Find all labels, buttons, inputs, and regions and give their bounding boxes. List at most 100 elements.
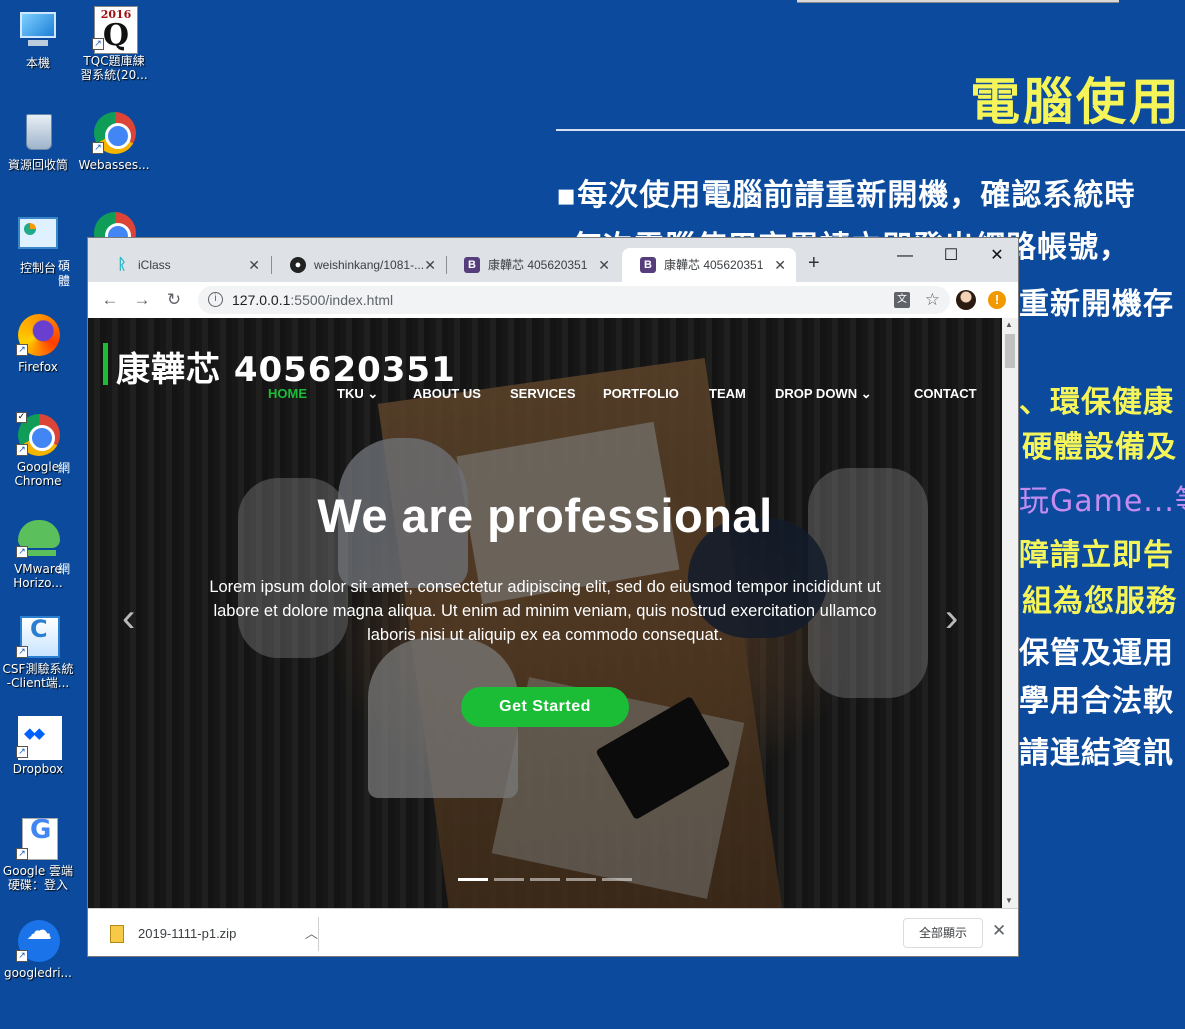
nav-tku[interactable]: TKU ⌄ xyxy=(337,386,378,402)
desktop-icon-label: Webasses... xyxy=(78,158,150,172)
vmware-horizon-icon: ↗ xyxy=(16,514,60,558)
shortcut-arrow-icon: ↗ xyxy=(16,950,28,962)
bookmark-star-icon[interactable]: ☆ xyxy=(925,286,940,314)
desktop-icon-this-pc[interactable]: 本機 xyxy=(0,8,76,70)
desktop-icon-googledrive[interactable]: ↗ googledri... xyxy=(0,918,76,980)
desktop-icon-google-chrome[interactable]: ✓ ↗ Google Chrome xyxy=(0,412,76,488)
slide-line-4: 、環保健康 xyxy=(1019,385,1174,420)
forward-arrow-icon[interactable]: → xyxy=(130,288,154,312)
close-icon[interactable]: ✕ xyxy=(992,921,1006,941)
download-shelf: 2019-1111-p1.zip ︿ 全部顯示 ✕ xyxy=(88,908,1018,956)
desktop-icon-vmware-horizon[interactable]: ↗ VMware Horizo... xyxy=(0,514,76,590)
chevron-up-icon[interactable]: ︿ xyxy=(305,919,318,949)
download-filename: 2019-1111-p1.zip xyxy=(138,926,237,941)
chrome-icon: ↗ xyxy=(92,110,136,154)
desktop-icon-dropbox[interactable]: ↗ Dropbox xyxy=(0,714,76,776)
close-icon[interactable]: ✕ xyxy=(774,248,786,282)
hero-title: We are professional xyxy=(317,489,773,542)
browser-window: ᚱ iClass ✕ ● weishinkang/1081-... ✕ B 康韡… xyxy=(87,237,1019,957)
chrome-icon: ✓ ↗ xyxy=(16,412,60,456)
partial-icon-label: 網 xyxy=(57,461,70,475)
page-scrollbar[interactable]: ▲ ▼ xyxy=(1002,318,1018,908)
scroll-up-arrow-icon[interactable]: ▲ xyxy=(1005,320,1013,329)
reload-icon[interactable]: ↻ xyxy=(162,288,186,312)
tab-bootstrap-1[interactable]: B 康韡芯 405620351 ✕ xyxy=(446,248,620,282)
carousel-next-icon[interactable]: › xyxy=(945,598,958,638)
slide-line-7: 障請立即告 xyxy=(1019,538,1174,573)
carousel-prev-icon[interactable]: ‹ xyxy=(122,598,135,638)
maximize-button[interactable]: ☐ xyxy=(928,242,974,270)
desktop-icon-label: TQC題庫練 習系統(20... xyxy=(80,54,148,82)
nav-contact[interactable]: CONTACT xyxy=(914,386,977,401)
slide-line-6: 玩Game...等 xyxy=(1019,484,1185,519)
slide-line-8: 組為您服務 xyxy=(1022,584,1177,619)
github-icon: ● xyxy=(290,257,306,273)
back-arrow-icon[interactable]: ← xyxy=(98,288,122,312)
desktop-icon-recycle-bin[interactable]: 資源回收筒 xyxy=(0,110,76,172)
firefox-icon: ↗ xyxy=(16,312,60,356)
tqc-app-icon: 2016 Q ↗ xyxy=(92,6,138,54)
scroll-down-arrow-icon[interactable]: ▼ xyxy=(1005,896,1013,905)
translate-icon[interactable]: 文 xyxy=(894,292,910,308)
minimize-button[interactable]: — xyxy=(882,242,928,270)
info-icon[interactable]: i xyxy=(208,292,223,307)
bootstrap-icon: B xyxy=(640,257,656,273)
partial-icon-label: 網 xyxy=(57,562,70,576)
nav-services[interactable]: SERVICES xyxy=(510,386,576,401)
url-path: :5500/index.html xyxy=(290,292,394,308)
computer-icon xyxy=(16,8,60,52)
address-bar[interactable]: i 127.0.0.1:5500/index.html 文 ☆ xyxy=(198,286,950,314)
tab-title: weishinkang/1081-... xyxy=(314,258,425,272)
close-icon[interactable]: ✕ xyxy=(248,248,260,282)
site-brand[interactable]: 康韡芯 405620351 xyxy=(116,342,456,391)
background-window-edge xyxy=(797,0,1119,3)
carousel-indicator[interactable] xyxy=(494,878,524,881)
scrollbar-thumb[interactable] xyxy=(1005,334,1015,368)
close-icon[interactable]: ✕ xyxy=(598,248,610,282)
iclass-icon: ᚱ xyxy=(117,256,127,273)
get-started-button[interactable]: Get Started xyxy=(461,687,629,727)
shortcut-arrow-icon: ↗ xyxy=(16,344,28,356)
nav-team[interactable]: TEAM xyxy=(709,386,746,401)
desktop-icon-firefox[interactable]: ↗ Firefox xyxy=(0,312,76,374)
new-tab-button[interactable]: + xyxy=(808,252,820,275)
url-host: 127.0.0.1 xyxy=(232,292,291,308)
window-close-button[interactable]: ✕ xyxy=(974,242,1018,270)
slide-line-10: 學用合法軟 xyxy=(1019,684,1174,719)
nav-about-us[interactable]: ABOUT US xyxy=(413,386,481,401)
tab-strip: ᚱ iClass ✕ ● weishinkang/1081-... ✕ B 康韡… xyxy=(88,238,1018,282)
bootstrap-icon: B xyxy=(464,257,480,273)
carousel-indicator[interactable] xyxy=(566,878,596,881)
desktop-icon-csf[interactable]: ↗ CSF測驗系統 -Client端... xyxy=(0,614,76,690)
tab-iclass[interactable]: ᚱ iClass ✕ xyxy=(96,248,270,282)
desktop-icon-label: googledri... xyxy=(4,966,72,980)
update-alert-icon[interactable]: ! xyxy=(988,291,1006,309)
cloud-upload-icon: ↗ xyxy=(16,918,60,962)
profile-avatar[interactable] xyxy=(956,290,976,310)
nav-drop-down[interactable]: DROP DOWN ⌄ xyxy=(775,386,872,402)
desktop-icon-webasses[interactable]: ↗ Webasses... xyxy=(76,110,152,172)
partial-icon-label: 體 xyxy=(57,274,70,288)
shortcut-arrow-icon: ↗ xyxy=(92,38,104,50)
desktop-icon-google-drive-login[interactable]: ↗ Google 雲端 硬碟：登入 xyxy=(0,816,76,892)
tab-title: 康韡芯 405620351 xyxy=(488,258,588,272)
nav-portfolio[interactable]: PORTFOLIO xyxy=(603,386,679,401)
hero-description: Lorem ipsum dolor sit amet, consectetur … xyxy=(209,578,881,644)
carousel-indicator[interactable] xyxy=(530,878,560,881)
carousel-indicator[interactable] xyxy=(602,878,632,881)
desktop-icon-label: Google 雲端 硬碟：登入 xyxy=(2,864,74,892)
csf-app-icon: ↗ xyxy=(16,614,60,658)
slide-line-9: 保管及運用 xyxy=(1019,636,1174,671)
nav-home[interactable]: HOME xyxy=(268,386,307,401)
partial-icon-label: 碩 xyxy=(57,259,70,273)
desktop-icon-tqc[interactable]: 2016 Q ↗ TQC題庫練 習系統(20... xyxy=(76,6,152,82)
tab-bootstrap-active[interactable]: B 康韡芯 405620351 ✕ xyxy=(622,248,796,282)
hero-carousel: 康韡芯 405620351 HOME TKU ⌄ ABOUT US SERVIC… xyxy=(88,318,1002,908)
tab-github[interactable]: ● weishinkang/1081-... ✕ xyxy=(272,248,446,282)
close-icon[interactable]: ✕ xyxy=(424,248,436,282)
carousel-indicator[interactable] xyxy=(458,878,488,881)
desktop-icon-label: 資源回收筒 xyxy=(7,158,68,172)
download-item[interactable]: 2019-1111-p1.zip ︿ xyxy=(108,919,318,949)
slide-line-1: ▪每次使用電腦前請重新開機，確認系統時 xyxy=(556,178,1136,213)
show-all-button[interactable]: 全部顯示 xyxy=(903,918,983,948)
